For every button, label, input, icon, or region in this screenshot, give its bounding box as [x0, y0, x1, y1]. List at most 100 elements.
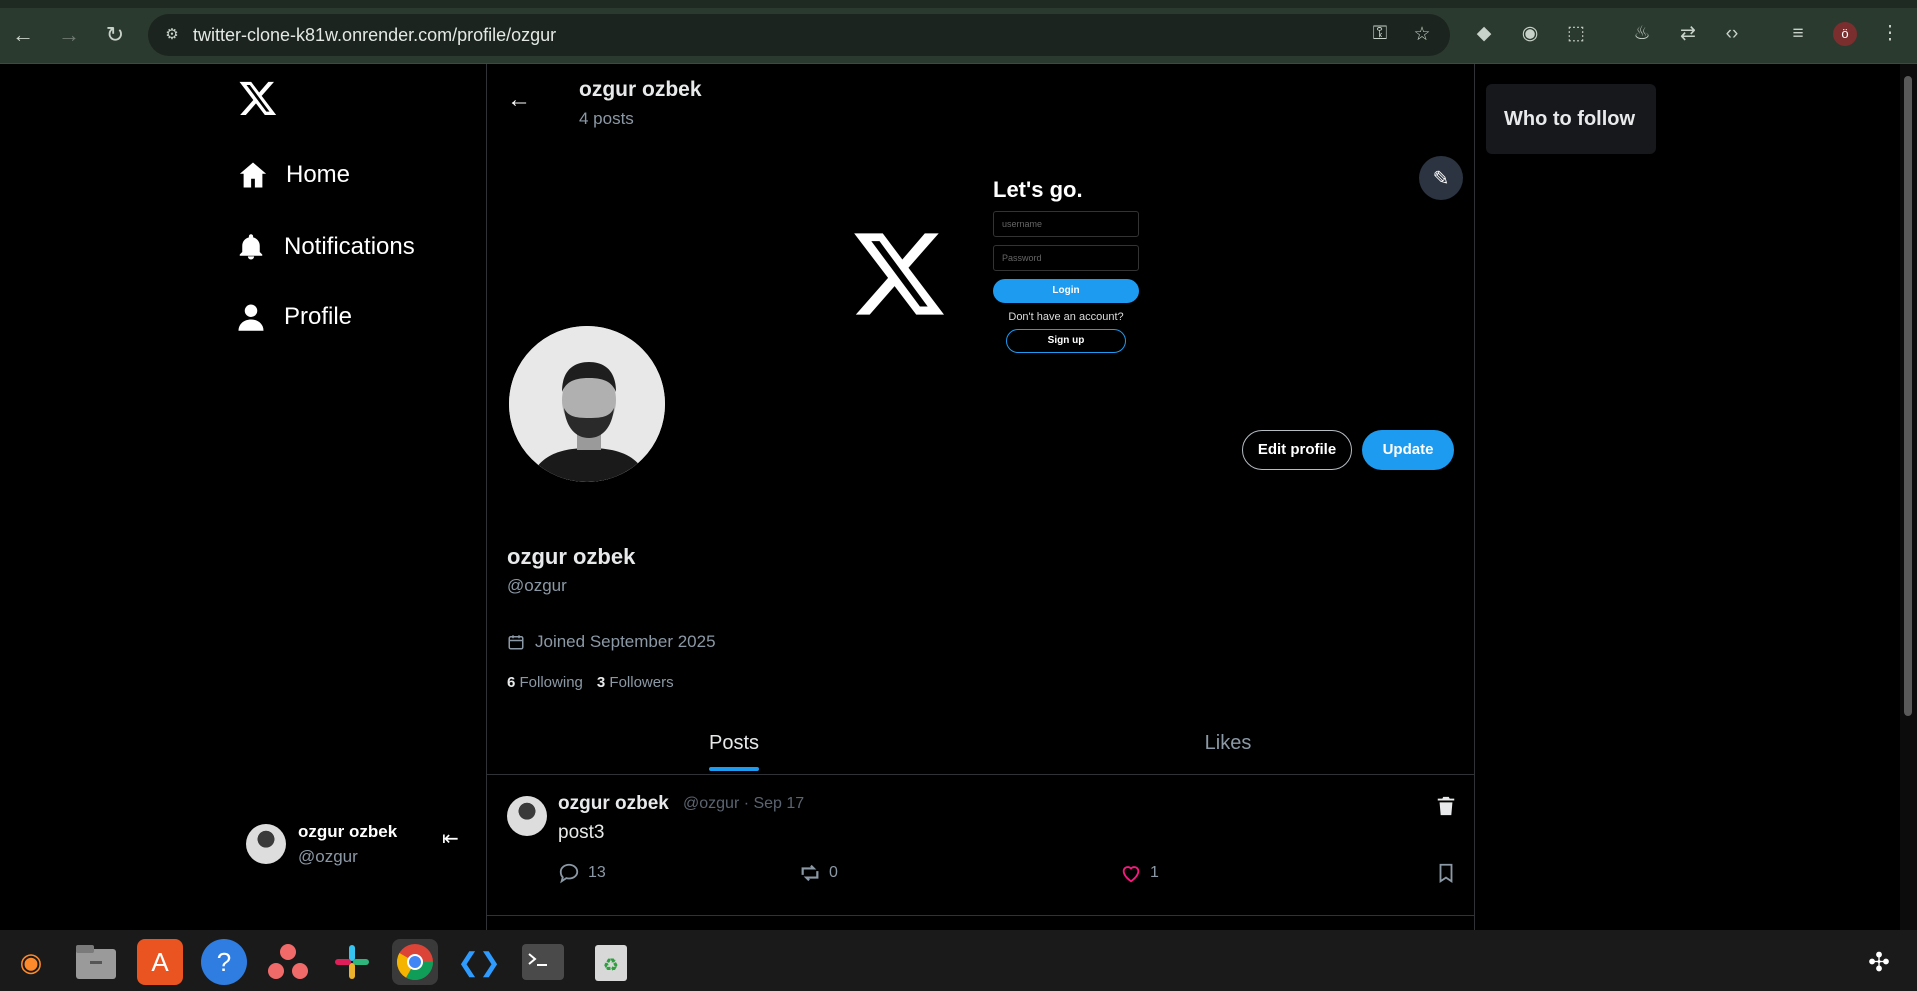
trash-bin-icon[interactable]: ♻: [588, 939, 634, 985]
tab-likes[interactable]: Likes: [981, 720, 1474, 775]
profile-photo: [509, 326, 665, 482]
scrollbar[interactable]: [1900, 64, 1917, 930]
current-user-handle: @ozgur: [298, 847, 358, 866]
terminal-icon[interactable]: [520, 939, 566, 985]
profile-tabs: Posts Likes: [487, 720, 1474, 775]
like-action[interactable]: 1: [1120, 862, 1159, 884]
reload-icon[interactable]: ↻: [100, 20, 130, 50]
app-center-icon[interactable]: A: [137, 939, 183, 985]
puzzle-icon[interactable]: ⬚: [1562, 20, 1590, 48]
browser-toolbar: ← → ↻ ⚙ twitter-clone-k81w.onrender.com/…: [0, 0, 1917, 64]
followers-link[interactable]: 3 Followers: [597, 674, 674, 691]
firefox-icon[interactable]: ◉: [8, 939, 54, 985]
header-name: ozgur ozbek: [579, 78, 702, 101]
chrome-icon[interactable]: [392, 939, 438, 985]
apps-grid-icon[interactable]: ✣: [1856, 939, 1902, 985]
post-meta: @ozgur · Sep 17: [683, 795, 805, 812]
star-icon[interactable]: ☆: [1410, 23, 1434, 47]
edit-profile-button[interactable]: Edit profile: [1242, 430, 1352, 470]
home-icon: [239, 162, 267, 188]
cover-login-button: Login: [993, 279, 1139, 303]
repost-icon: [801, 864, 819, 882]
like-count: 1: [1150, 864, 1159, 881]
media-icon[interactable]: ≡: [1784, 20, 1812, 48]
following-label: Following: [519, 674, 583, 691]
nav-notifications-label: Notifications: [284, 233, 415, 260]
comment-count: 13: [588, 864, 606, 881]
repost-count: 0: [829, 864, 838, 881]
following-count: 6: [507, 674, 516, 691]
cover-signup-button: Sign up: [1006, 329, 1126, 353]
tab-strip: [0, 0, 1917, 8]
cover-username-field: username: [993, 211, 1139, 237]
nav-notifications[interactable]: Notifications: [236, 232, 415, 262]
vscode-icon[interactable]: ❮❯: [456, 939, 502, 985]
cover-question: Don't have an account?: [1008, 311, 1124, 323]
follow-counts: 6 Following 3 Followers: [507, 674, 674, 691]
heart-icon: [1122, 866, 1140, 883]
help-icon[interactable]: ?: [201, 939, 247, 985]
profile-avatar[interactable]: ö: [1833, 22, 1857, 46]
os-taskbar: ◉ A ? ❮❯ ♻ ✣: [0, 930, 1917, 991]
comment-action[interactable]: 13: [558, 862, 606, 884]
profile-avatar[interactable]: [507, 324, 667, 484]
back-arrow-icon[interactable]: ←: [507, 86, 531, 114]
code-icon[interactable]: ‹›: [1718, 20, 1746, 48]
extension-icon[interactable]: ◆: [1470, 20, 1498, 48]
cover-password-field: Password: [993, 245, 1139, 271]
current-user-name: ozgur ozbek: [298, 822, 398, 841]
menu-icon[interactable]: ⋮: [1876, 20, 1904, 48]
following-link[interactable]: 6 Following: [507, 674, 583, 691]
x-logo-icon[interactable]: [238, 78, 278, 118]
camera-icon[interactable]: ◉: [1516, 20, 1544, 48]
nav-profile[interactable]: Profile: [236, 302, 352, 332]
active-tab-indicator: [709, 767, 759, 771]
bookmark-icon: [1439, 863, 1453, 883]
cover-x-logo-icon: [854, 233, 945, 315]
url-text[interactable]: twitter-clone-k81w.onrender.com/profile/…: [193, 25, 556, 46]
logout-icon[interactable]: ⇤: [442, 826, 459, 851]
profile-main: ← ozgur ozbek 4 posts ✎ Let's go. userna…: [486, 64, 1475, 930]
comment-icon: [559, 863, 579, 884]
key-icon[interactable]: ⚿: [1368, 23, 1392, 47]
current-user-avatar: [246, 824, 286, 864]
left-sidebar: Home Notifications Profile ozgur ozbek @…: [0, 64, 486, 930]
nav-home[interactable]: Home: [238, 160, 350, 190]
scrollbar-thumb[interactable]: [1904, 76, 1912, 716]
asana-icon[interactable]: [265, 939, 311, 985]
pencil-icon: ✎: [1432, 167, 1450, 190]
address-bar[interactable]: ⚙ twitter-clone-k81w.onrender.com/profil…: [148, 14, 1450, 56]
post-item[interactable]: ozgur ozbek @ozgur · Sep 17 post3 13 0 1: [487, 776, 1474, 916]
who-to-follow-panel: Who to follow: [1486, 84, 1656, 154]
nav-home-label: Home: [286, 161, 351, 188]
profile-name: ozgur ozbek: [507, 544, 636, 569]
edit-cover-button[interactable]: ✎: [1419, 156, 1463, 200]
cover-heading: Let's go.: [993, 177, 1083, 202]
user-icon: [238, 304, 264, 331]
post-author-name[interactable]: ozgur ozbek: [558, 793, 669, 815]
incognito-icon[interactable]: ♨: [1628, 20, 1656, 48]
current-user-card[interactable]: ozgur ozbek @ozgur ⇤: [246, 820, 466, 872]
translate-icon[interactable]: ⇄: [1674, 20, 1702, 48]
update-button[interactable]: Update: [1362, 430, 1454, 470]
joined-text: Joined September 2025: [535, 632, 716, 651]
post-avatar[interactable]: [507, 796, 547, 836]
header-posts-count: 4 posts: [579, 109, 634, 128]
joined-date: Joined September 2025: [507, 632, 716, 652]
calendar-icon: [508, 635, 524, 650]
trash-icon[interactable]: [1435, 794, 1457, 818]
back-arrow-icon[interactable]: ←: [8, 20, 38, 50]
repost-action[interactable]: 0: [799, 862, 838, 884]
cover-image-login: Let's go. username Password Login Don't …: [993, 177, 1143, 353]
site-info-icon[interactable]: ⚙: [162, 25, 182, 45]
files-icon[interactable]: [73, 939, 119, 985]
forward-arrow-icon[interactable]: →: [54, 20, 84, 50]
who-to-follow-title: Who to follow: [1504, 108, 1636, 130]
slack-icon[interactable]: [329, 939, 375, 985]
bookmark-action[interactable]: [1435, 862, 1457, 884]
followers-count: 3: [596, 674, 606, 691]
post-text: post3: [558, 822, 605, 843]
nav-profile-label: Profile: [284, 303, 353, 330]
svg-text:♻: ♻: [603, 955, 619, 976]
followers-label: Followers: [609, 674, 674, 691]
